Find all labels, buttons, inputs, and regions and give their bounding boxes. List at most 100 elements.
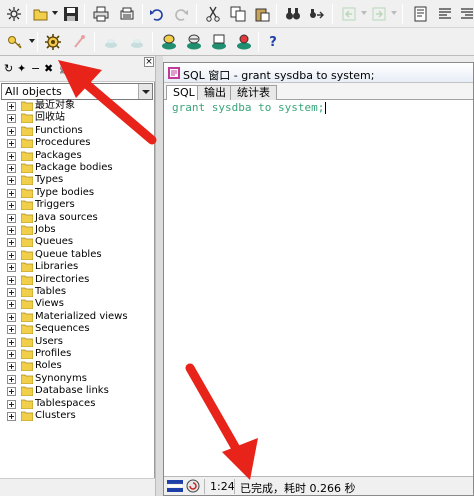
link-icon[interactable]: ⛓ xyxy=(58,63,72,75)
find-icon[interactable] xyxy=(282,3,304,25)
tree-node[interactable]: Tables xyxy=(0,286,150,298)
paste-icon[interactable] xyxy=(251,3,273,25)
tree-node-label: Roles xyxy=(35,360,62,372)
tree-node[interactable]: 最近对象 xyxy=(0,100,150,112)
expand-icon[interactable] xyxy=(7,325,16,335)
tree-node[interactable]: Materialized views xyxy=(0,311,150,323)
session-dropdown-icon[interactable] xyxy=(29,39,35,43)
tree-node[interactable]: Roles xyxy=(0,360,150,372)
expand-icon[interactable] xyxy=(7,337,16,347)
expand-icon[interactable] xyxy=(7,176,16,186)
tree-node-label: Libraries xyxy=(35,261,79,273)
tree-node[interactable]: Sequences xyxy=(0,323,150,335)
expand-icon[interactable] xyxy=(7,275,16,285)
db-plsql-icon[interactable] xyxy=(183,31,205,53)
expand-icon[interactable] xyxy=(7,263,16,273)
new-icon[interactable] xyxy=(3,3,25,25)
edit-icon[interactable] xyxy=(410,3,432,25)
print-icon[interactable] xyxy=(90,3,112,25)
tab-statistics[interactable]: 统计表 xyxy=(230,85,277,100)
expand-icon[interactable] xyxy=(7,139,16,149)
expand-icon[interactable] xyxy=(7,126,16,136)
help-icon[interactable]: ? xyxy=(262,31,284,53)
tab-output[interactable]: 输出 xyxy=(197,85,233,100)
new-object-icon[interactable]: ✦ xyxy=(17,63,26,75)
tree-node-label: Profiles xyxy=(35,348,72,359)
tree-node[interactable]: Functions xyxy=(0,125,150,137)
expand-icon[interactable] xyxy=(7,362,16,372)
save-icon[interactable] xyxy=(60,3,82,25)
db-window-icon[interactable] xyxy=(233,31,255,53)
horizontal-scrollbar[interactable] xyxy=(0,478,155,496)
tree-node[interactable]: Profiles xyxy=(0,348,150,360)
tree-node[interactable]: 回收站 xyxy=(0,112,150,124)
tree-node-label: 最近对象 xyxy=(35,100,75,111)
expand-icon[interactable] xyxy=(7,238,16,248)
execute-gear-icon[interactable] xyxy=(42,31,64,53)
expand-icon[interactable] xyxy=(7,164,16,173)
tree-node[interactable]: Users xyxy=(0,336,150,348)
panel-close-icon[interactable]: × xyxy=(144,57,154,67)
tree-node[interactable]: Type bodies xyxy=(0,187,150,199)
expand-icon[interactable] xyxy=(7,374,16,384)
collapse-icon[interactable]: − xyxy=(31,63,40,75)
expand-icon[interactable] xyxy=(7,288,16,297)
tree-node[interactable]: Packages xyxy=(0,150,150,162)
tree-node[interactable]: Queues xyxy=(0,236,150,248)
expand-icon[interactable] xyxy=(7,387,16,397)
rollback-icon xyxy=(100,31,122,53)
tree-node[interactable]: Tablespaces xyxy=(0,398,150,410)
tree-node[interactable]: Procedures xyxy=(0,137,150,149)
folder-icon xyxy=(20,399,34,409)
object-filter-select[interactable]: All objects xyxy=(1,83,153,100)
undo-icon[interactable] xyxy=(146,3,168,25)
expand-icon[interactable] xyxy=(7,114,16,124)
sql-window-titlebar[interactable]: SQL 窗口 - grant sysdba to system; xyxy=(164,63,473,83)
expand-icon[interactable] xyxy=(7,201,16,211)
expand-icon[interactable] xyxy=(7,312,16,322)
expand-icon[interactable] xyxy=(7,412,16,421)
cursor-position: 1:24 xyxy=(210,480,235,493)
find-next-icon[interactable] xyxy=(306,3,328,25)
chevron-down-icon[interactable] xyxy=(138,84,152,99)
tree-node[interactable]: Views xyxy=(0,298,150,310)
expand-icon[interactable] xyxy=(7,151,16,161)
tree-node[interactable]: Libraries xyxy=(0,261,150,273)
expand-icon[interactable] xyxy=(7,250,16,260)
panel-splitter[interactable] xyxy=(155,56,163,496)
copy-icon[interactable] xyxy=(227,3,249,25)
db-sql-icon[interactable] xyxy=(158,31,180,53)
tree-node[interactable]: Java sources xyxy=(0,212,150,224)
expand-icon[interactable] xyxy=(7,226,16,235)
print-preview-icon[interactable] xyxy=(116,3,138,25)
expand-icon[interactable] xyxy=(7,300,16,310)
open-dropdown-icon[interactable] xyxy=(52,11,58,15)
tree-node[interactable]: Directories xyxy=(0,274,150,286)
delete-icon[interactable]: ✖ xyxy=(44,63,53,75)
tree-node[interactable]: Types xyxy=(0,174,150,186)
tree-node[interactable]: Synonyms xyxy=(0,373,150,385)
expand-icon[interactable] xyxy=(7,102,16,111)
expand-icon[interactable] xyxy=(7,188,16,198)
folder-icon xyxy=(20,411,34,422)
tree-node[interactable]: Jobs xyxy=(0,224,150,236)
tree-node[interactable]: Database links xyxy=(0,385,150,397)
tree-node-label: Types xyxy=(35,174,64,186)
open-icon[interactable] xyxy=(30,3,52,25)
db-report-icon[interactable] xyxy=(208,31,230,53)
expand-icon[interactable] xyxy=(7,350,16,359)
folder-icon xyxy=(20,287,34,298)
tree-node-label: Type bodies xyxy=(35,186,95,198)
tree-node[interactable]: Package bodies xyxy=(0,162,150,174)
expand-icon[interactable] xyxy=(7,213,16,223)
session-key-icon[interactable] xyxy=(4,31,26,53)
comment-icon[interactable] xyxy=(434,3,456,25)
refresh-icon[interactable]: ↻ xyxy=(4,63,13,75)
expand-icon[interactable] xyxy=(7,399,16,409)
cut-icon[interactable] xyxy=(202,3,224,25)
tree-node[interactable]: Triggers xyxy=(0,199,150,211)
tree-node[interactable]: Queue tables xyxy=(0,249,150,261)
sql-editor[interactable]: grant sysdba to system; xyxy=(164,100,473,470)
uncomment-icon[interactable] xyxy=(456,3,474,25)
tree-node[interactable]: Clusters xyxy=(0,410,150,422)
